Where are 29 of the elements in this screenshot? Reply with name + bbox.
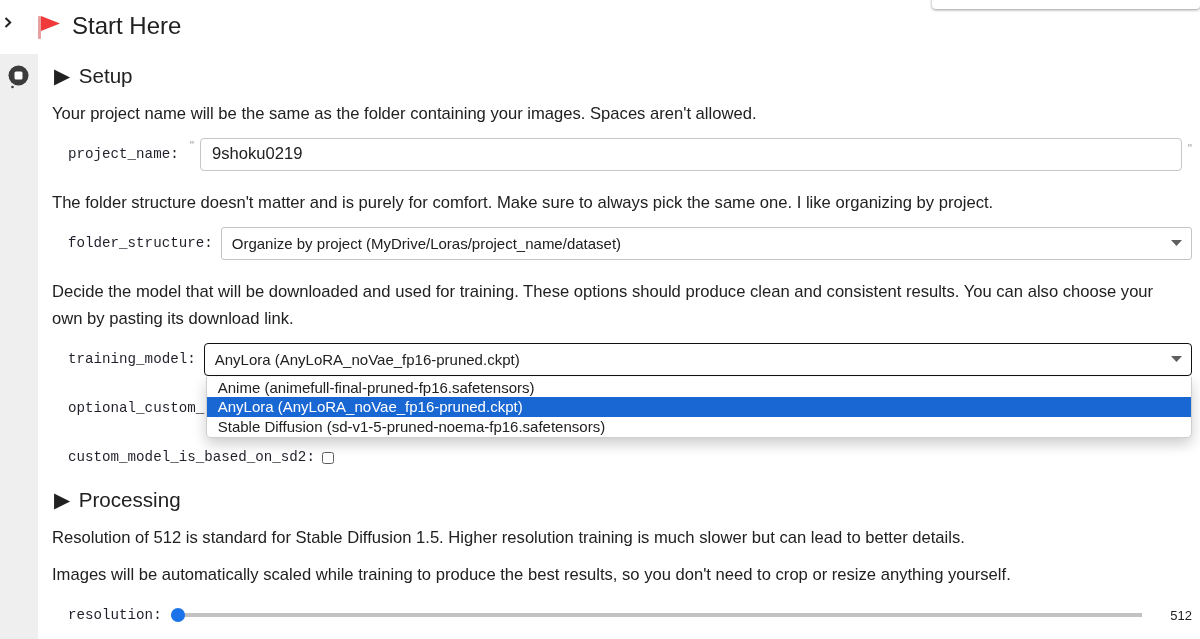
field-label: custom_model_is_based_on_sd2:	[68, 449, 315, 465]
quote-mark: "	[189, 139, 194, 153]
caret-icon	[1171, 240, 1182, 246]
field-label: folder_structure:	[68, 235, 213, 251]
description-text: Resolution of 512 is standard for Stable Diffusion 1.5. Higher resolution training is much slower but can lead to better details.	[52, 527, 966, 549]
text-input[interactable]: 9shoku0219	[199, 137, 1182, 171]
chevron-right-icon[interactable]	[4, 17, 12, 28]
flag-icon	[38, 15, 60, 39]
field-label: resolution:	[68, 607, 162, 623]
description-text: Decide the model that will be downloaded and used for training. These options should produce clean and consistent results. You can also choose your own by pasting its download link.	[52, 281, 1155, 330]
slider-value: 512	[1170, 607, 1192, 623]
quote-mark: "	[1187, 142, 1192, 156]
caret-icon	[1171, 356, 1182, 362]
section-heading: ▶ Setup	[53, 64, 133, 88]
dropdown-select[interactable]: Organize by project (MyDrive/Loras/project_name/dataset)	[220, 226, 1192, 260]
section-heading: ▶ Processing	[53, 488, 181, 512]
description-text: Images will be automatically scaled while training to produce the best results, so you don't need to crop or resize anything yourself.	[52, 564, 1012, 586]
field-label: project_name:	[68, 146, 179, 162]
dropdown-option[interactable]: AnyLora (AnyLoRA_noVae_fp16-pruned.ckpt)	[206, 397, 1191, 417]
dropdown-option[interactable]: Stable Diffusion (sd-v1-5-pruned-noema-fp16.safetensors)	[206, 416, 1191, 436]
field-label: training_model:	[68, 351, 196, 367]
checkbox[interactable]	[321, 452, 334, 464]
slider-thumb[interactable]	[170, 608, 185, 622]
page-title: Start Here	[72, 12, 182, 40]
stop-icon[interactable]	[8, 65, 29, 89]
dropdown-option[interactable]: Anime (animefull-final-pruned-fp16.safetensors)	[206, 377, 1191, 397]
description-text: The folder structure doesn't matter and is purely for comfort. Make sure to always pick the same one. I like organizing by project.	[52, 192, 995, 214]
field-label: optional_custom_	[68, 400, 205, 416]
description-text: Your project name will be the same as the folder containing your images. Spaces aren't allowed.	[52, 103, 758, 125]
